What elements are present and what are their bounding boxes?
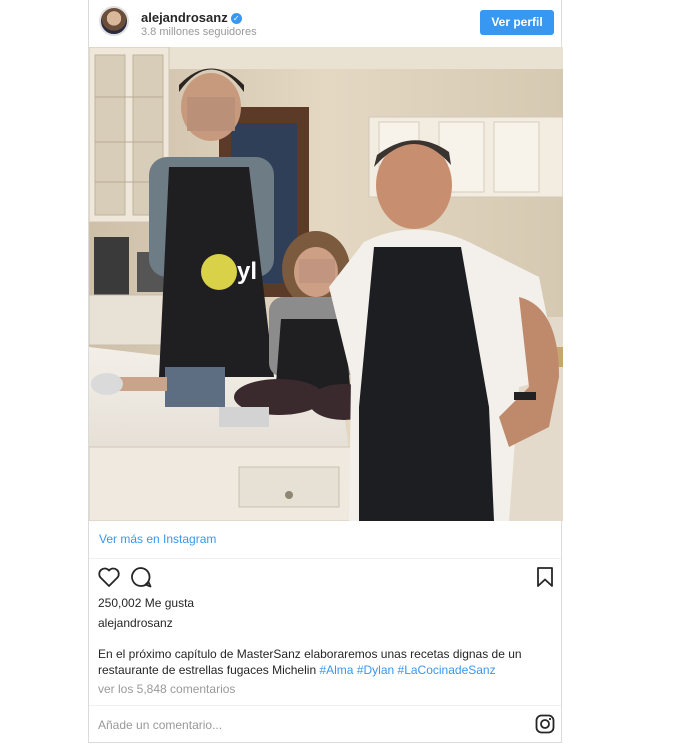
apron-print: yl — [237, 258, 257, 285]
comment-input[interactable]: Añade un comentario... — [98, 718, 222, 732]
divider — [89, 705, 561, 706]
view-profile-button[interactable]: Ver perfil — [480, 10, 554, 35]
post-photo[interactable]: yl — [89, 47, 563, 521]
post-caption: En el próximo capítulo de MasterSanz ela… — [98, 646, 538, 678]
hashtag-lacocinadesanz[interactable]: #LaCocinadeSanz — [398, 663, 496, 677]
bookmark-icon[interactable] — [535, 566, 555, 588]
view-comments-link[interactable]: ver los 5,848 comentarios — [98, 682, 235, 696]
username[interactable]: alejandrosanz — [141, 10, 228, 25]
username-row[interactable]: alejandrosanz ✓ — [141, 10, 242, 25]
hashtag-dylan[interactable]: #Dylan — [357, 663, 394, 677]
kitchen-photo: yl — [89, 47, 563, 521]
verified-badge-icon: ✓ — [230, 13, 242, 24]
view-more-link[interactable]: Ver más en Instagram — [99, 532, 216, 546]
instagram-embed: alejandrosanz ✓ 3.8 millones seguidores V… — [88, 0, 563, 743]
followers-count: 3.8 millones seguidores — [141, 26, 257, 38]
divider — [89, 558, 561, 559]
hashtag-alma[interactable]: #Alma — [319, 663, 353, 677]
comment-icon[interactable] — [129, 566, 153, 588]
post-header: alejandrosanz ✓ 3.8 millones seguidores V… — [89, 0, 561, 46]
likes-count: 250,002 Me gusta — [98, 596, 195, 610]
instagram-icon[interactable] — [535, 714, 555, 734]
avatar[interactable] — [99, 6, 129, 36]
post-author[interactable]: alejandrosanz — [98, 616, 173, 630]
heart-icon[interactable] — [97, 566, 121, 588]
